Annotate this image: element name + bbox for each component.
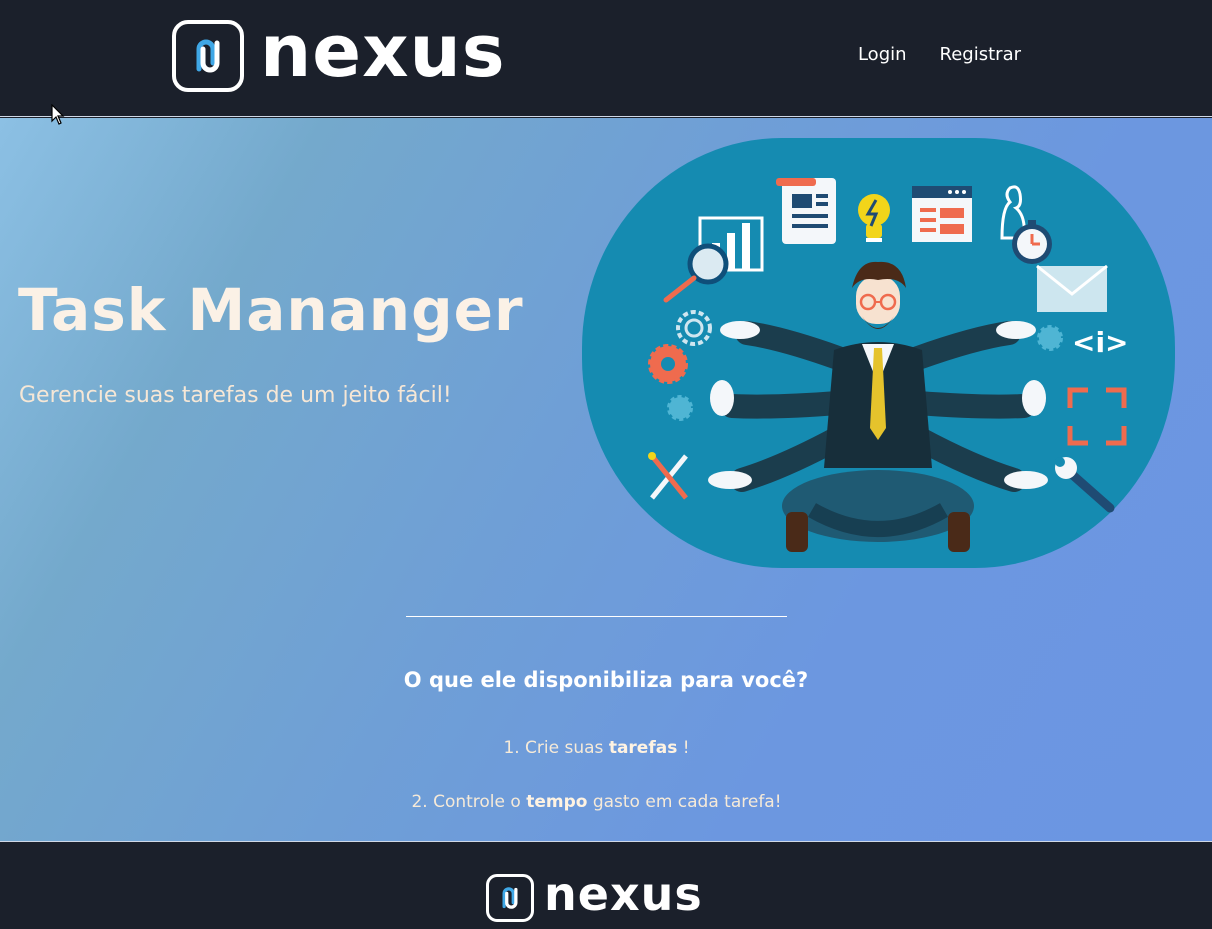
hero-subtitle: Gerencie suas tarefas de um jeito fácil!: [19, 383, 452, 408]
page-footer: nexus: [0, 841, 1212, 929]
nexus-logo-icon: [172, 20, 244, 92]
feature-text: !: [677, 738, 690, 758]
features-title: O que ele disponibiliza para você?: [403, 668, 809, 692]
document-icon: [776, 178, 836, 244]
feature-item: 1. Crie suas tarefas !: [0, 738, 1193, 758]
feature-text: 1. Crie suas: [503, 738, 609, 758]
feature-highlight: tempo: [526, 792, 588, 812]
feature-item: 2. Controle o tempo gasto em cada tarefa…: [0, 792, 1193, 812]
login-link[interactable]: Login: [858, 44, 907, 65]
top-nav: Login Registrar: [858, 44, 1021, 65]
nexus-logo-wordmark: nexus: [260, 9, 506, 93]
section-divider: [406, 616, 787, 617]
hero-section: Task Mananger Gerencie suas tarefas de u…: [0, 118, 1212, 841]
browser-window-icon: [912, 186, 972, 242]
top-header: nexus Login Registrar: [0, 0, 1212, 117]
envelope-icon: [1036, 264, 1108, 312]
nexus-logo-wordmark: nexus: [544, 867, 703, 921]
register-link[interactable]: Registrar: [940, 44, 1021, 65]
feature-text: 2. Controle o: [411, 792, 527, 812]
nexus-logo[interactable]: nexus: [172, 15, 506, 92]
feature-highlight: tarefas: [608, 738, 678, 758]
svg-text:<i>: <i>: [1072, 326, 1129, 359]
mouse-cursor-icon: [51, 104, 65, 125]
feature-text: gasto em cada tarefa!: [587, 792, 782, 812]
hero-title: Task Mananger: [18, 276, 524, 344]
nexus-logo-icon: [486, 874, 534, 922]
multitasking-businessman-illustration: <i>: [582, 138, 1175, 568]
footer-nexus-logo[interactable]: nexus: [486, 867, 703, 922]
